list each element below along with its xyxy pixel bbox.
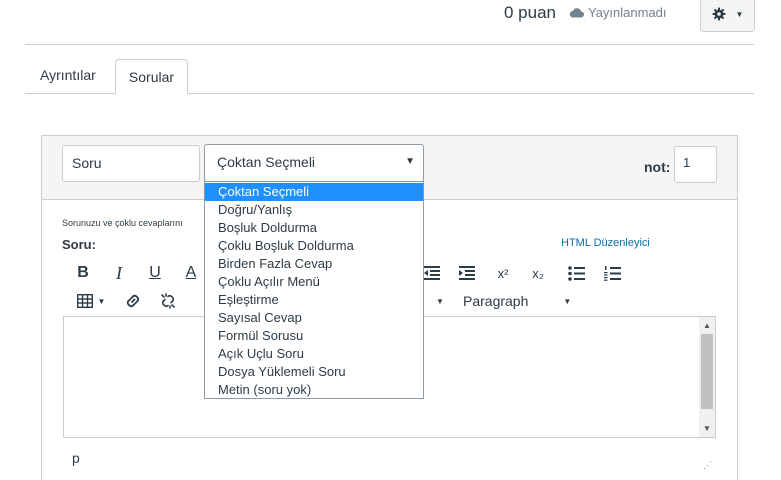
bold-button[interactable]: B [74, 263, 92, 283]
dropdown-option[interactable]: Metin (soru yok) [205, 381, 423, 399]
paragraph-format-label: Paragraph [463, 293, 529, 309]
dropdown-option[interactable]: Açık Uçlu Soru [205, 345, 423, 363]
dropdown-option[interactable]: Çoktan Seçmeli [205, 183, 423, 201]
bullet-list-icon [567, 265, 585, 281]
unlink-icon [161, 293, 175, 309]
resize-handle-icon[interactable]: ⋰ [703, 460, 712, 471]
dropdown-option[interactable]: Birden Fazla Cevap [205, 255, 423, 273]
scrollbar-thumb[interactable] [701, 334, 713, 409]
dropdown-option[interactable]: Sayısal Cevap [205, 309, 423, 327]
chevron-down-icon[interactable]: ▼ [434, 294, 446, 308]
question-type-dropdown[interactable]: Çoktan Seçmeli Doğru/Yanlış Boşluk Doldu… [204, 181, 424, 399]
dropdown-option[interactable]: Formül Sorusu [205, 327, 423, 345]
question-type-select[interactable]: Çoktan Seçmeli ▼ [204, 144, 424, 182]
scroll-down-icon[interactable]: ▼ [699, 421, 715, 435]
italic-button[interactable]: I [110, 263, 128, 283]
scroll-up-icon[interactable]: ▲ [699, 318, 715, 332]
numbered-list-button[interactable] [603, 264, 621, 282]
publish-status: Yayınlanmadı [569, 5, 667, 20]
question-hint: Sorunuzu ve çoklu cevaplarını [62, 218, 183, 228]
dropdown-option[interactable]: Çoklu Boşluk Doldurma [205, 237, 423, 255]
dropdown-option[interactable]: Doğru/Yanlış [205, 201, 423, 219]
question-name-input[interactable]: Soru [62, 145, 200, 182]
bullet-list-button[interactable] [567, 264, 585, 282]
table-button[interactable]: ▼ [74, 291, 108, 311]
unlink-button[interactable] [159, 292, 177, 310]
dropdown-option[interactable]: Dosya Yüklemeli Soru [205, 363, 423, 381]
settings-menu-button[interactable]: ▼ [700, 0, 755, 32]
underline-button[interactable]: U [146, 263, 164, 283]
chevron-down-icon: ▼ [97, 296, 106, 306]
paragraph-format-select[interactable]: Paragraph ▼ [463, 291, 573, 311]
superscript-button[interactable]: x² [493, 263, 513, 283]
cloud-icon [569, 8, 584, 18]
link-button[interactable] [124, 292, 142, 310]
tab-details[interactable]: Ayrıntılar [40, 67, 96, 83]
dropdown-option[interactable]: Çoklu Açılır Menü [205, 273, 423, 291]
editor-status-path: p [72, 450, 80, 466]
indent-icon [459, 266, 475, 280]
points-input[interactable]: 1 [674, 146, 717, 183]
html-editor-link[interactable]: HTML Düzenleyici [561, 237, 650, 249]
points-total: 0 puan [504, 3, 556, 22]
tab-questions[interactable]: Sorular [115, 59, 188, 94]
text-color-button[interactable]: A [182, 263, 200, 283]
outdent-icon [424, 266, 440, 280]
chevron-down-icon: ▼ [563, 296, 572, 306]
chevron-down-icon: ▼ [735, 9, 744, 19]
question-type-selected: Çoktan Seçmeli [217, 154, 316, 170]
outdent-button[interactable] [424, 265, 440, 281]
dropdown-option[interactable]: Eşleştirme [205, 291, 423, 309]
header-divider [25, 44, 754, 45]
numbered-list-icon [603, 265, 621, 281]
table-icon [76, 294, 93, 308]
points-label: not: [644, 159, 671, 175]
question-label: Soru: [62, 237, 96, 252]
publish-status-label: Yayınlanmadı [588, 5, 667, 20]
gear-icon [712, 7, 726, 21]
indent-button[interactable] [459, 265, 475, 281]
dropdown-option[interactable]: Boşluk Doldurma [205, 219, 423, 237]
caret-down-icon: ▼ [405, 156, 415, 167]
subscript-button[interactable]: x₂ [528, 263, 548, 283]
toolbar-overflow [189, 292, 199, 310]
link-icon [126, 294, 140, 308]
